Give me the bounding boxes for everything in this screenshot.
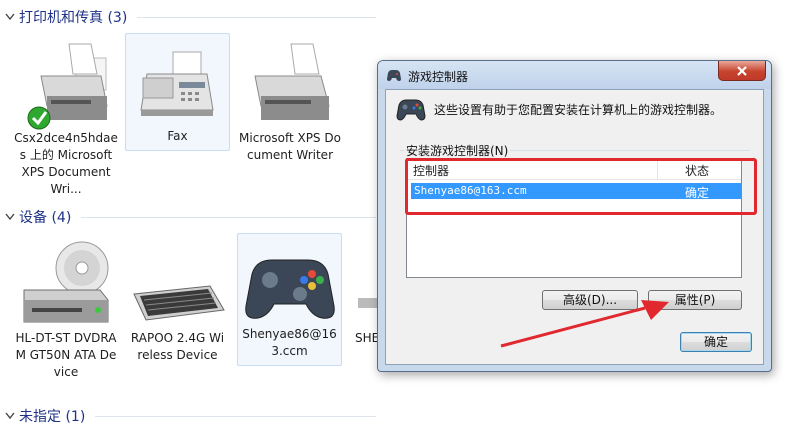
- group-title: 设备 (4): [19, 210, 72, 226]
- collapse-chevron-icon[interactable]: [3, 210, 17, 224]
- keyboard-icon: [132, 285, 225, 321]
- group-title: 打印机和传真 (3): [19, 10, 128, 26]
- dialog-titlebar[interactable]: 游戏控制器: [378, 61, 771, 89]
- group-header-devices[interactable]: 设备 (4): [0, 207, 380, 227]
- tile-label: Microsoft XPS Document Writer: [239, 131, 341, 162]
- group-header-printers[interactable]: 打印机和传真 (3): [0, 7, 380, 27]
- device-tile-gamepad[interactable]: Shenyae86@163.ccm: [237, 233, 342, 366]
- device-tile-keyboard[interactable]: RAPOO 2.4G Wireless Device: [125, 238, 230, 378]
- tile-label: RAPOO 2.4G Wireless Device: [130, 331, 225, 362]
- dialog-title: 游戏控制器: [408, 70, 469, 84]
- dvd-drive-icon: [23, 241, 109, 323]
- gamepad-icon: [244, 259, 335, 319]
- tile-label: Shenyae86@163.ccm: [242, 327, 337, 358]
- device-tile-dvd[interactable]: HL-DT-ST DVDRAM GT50N ATA Device: [10, 238, 122, 404]
- installed-controllers-label: 安装游戏控制器(N): [404, 142, 511, 159]
- printer-icon: [254, 43, 330, 120]
- dialog-description: 这些设置有助于您配置安装在计算机上的游戏控制器。: [434, 102, 723, 117]
- printer-default-icon: [27, 43, 108, 130]
- tile-label: HL-DT-ST DVDRAM GT50N ATA Device: [15, 331, 117, 379]
- close-icon: [737, 65, 747, 76]
- group-header-unspecified[interactable]: 未指定 (1): [0, 406, 380, 426]
- gamepad-icon: [387, 70, 401, 81]
- fax-icon: [139, 51, 214, 116]
- printer-tile-xps-remote[interactable]: Csx2dce4n5hdaes 上的 Microsoft XPS Documen…: [10, 36, 122, 202]
- ok-button[interactable]: 确定: [680, 332, 752, 352]
- gamepad-icon: [396, 99, 426, 121]
- printer-tile-xps[interactable]: Microsoft XPS Document Writer: [235, 36, 345, 186]
- group-divider: [137, 16, 376, 18]
- dialog-intro: 这些设置有助于您配置安装在计算机上的游戏控制器。: [396, 96, 722, 122]
- annotation-arrow-icon: [500, 300, 669, 348]
- close-button[interactable]: [718, 61, 766, 81]
- annotation-highlight-box: [405, 158, 757, 215]
- printer-tile-fax[interactable]: Fax: [125, 33, 230, 151]
- collapse-chevron-icon[interactable]: [3, 10, 17, 24]
- group-divider: [81, 216, 376, 218]
- tile-label: Fax: [167, 129, 188, 143]
- tile-label: Csx2dce4n5hdaes 上的 Microsoft XPS Documen…: [14, 131, 118, 196]
- collapse-chevron-icon[interactable]: [3, 409, 17, 423]
- group-divider: [95, 415, 376, 417]
- group-title: 未指定 (1): [19, 409, 86, 425]
